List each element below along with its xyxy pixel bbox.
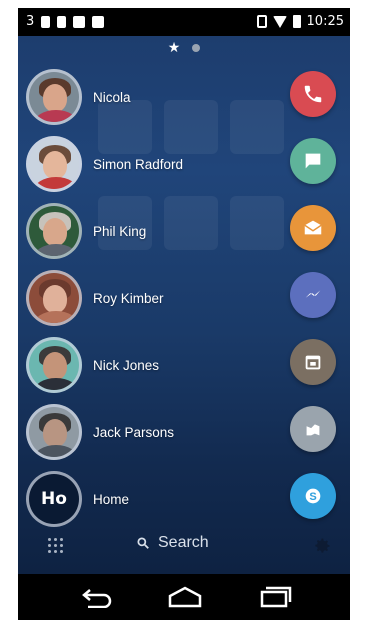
contact-item[interactable]: Nick Jones: [26, 334, 159, 396]
phone-screen: 3 10:25 ★ Nicola Simon Radford Phil King…: [18, 8, 350, 620]
contact-item[interactable]: Nicola: [26, 66, 131, 128]
contact-name: Nick Jones: [93, 357, 160, 373]
message-icon: [305, 153, 321, 169]
contact-name: Roy Kimber: [93, 290, 164, 306]
messenger-icon: [305, 290, 321, 298]
contact-item[interactable]: Simon Radford: [26, 133, 183, 195]
settings-icon[interactable]: [312, 536, 332, 556]
flipboard-icon: [73, 15, 86, 28]
phone-icon: [304, 85, 322, 103]
bottom-bar: Search: [18, 520, 350, 574]
calendar-icon: [305, 355, 321, 370]
avatar: [26, 404, 82, 460]
signal-icon: [41, 15, 51, 28]
background-app-icon: [164, 196, 218, 250]
contact-name: Simon Radford: [93, 156, 184, 172]
contact-item[interactable]: Phil King: [26, 200, 146, 262]
avatar: [26, 270, 82, 326]
status-time: 10:25: [306, 14, 344, 29]
home-screen: ★ Nicola Simon Radford Phil King Roy Kim…: [18, 36, 350, 574]
page-dot-icon[interactable]: [192, 44, 201, 52]
keypad-icon[interactable]: [48, 538, 64, 554]
map-icon: [306, 424, 320, 436]
contact-item[interactable]: Jack Parsons: [26, 401, 174, 463]
calendar-button[interactable]: [290, 339, 336, 385]
recents-icon[interactable]: [258, 586, 292, 608]
skype-button[interactable]: S: [290, 473, 336, 519]
contact-name: Jack Parsons: [93, 424, 175, 440]
contact-name: Phil King: [93, 223, 147, 239]
sim-icon: [57, 15, 67, 28]
battery-icon: [292, 15, 301, 28]
background-app-icon: [230, 100, 284, 154]
message-button[interactable]: [290, 138, 336, 184]
avatar-initials: Ho: [41, 489, 67, 509]
avatar: Ho: [26, 471, 82, 527]
contact-item[interactable]: Roy Kimber: [26, 267, 164, 329]
messenger-button[interactable]: [290, 272, 336, 318]
home-icon[interactable]: [167, 586, 203, 608]
avatar: [26, 136, 82, 192]
avatar: [26, 337, 82, 393]
avatar: [26, 203, 82, 259]
page-indicator: ★: [18, 40, 350, 56]
email-icon: [304, 220, 322, 235]
svg-text:S: S: [309, 491, 316, 503]
search-field[interactable]: Search: [136, 534, 209, 552]
search-icon: [137, 537, 149, 549]
wifi-icon: [272, 15, 287, 28]
star-icon[interactable]: ★: [168, 40, 181, 56]
background-app-icon: [230, 196, 284, 250]
contact-name: Home: [93, 491, 130, 507]
vibrate-icon: [256, 15, 267, 28]
maps-button[interactable]: [290, 406, 336, 452]
contact-name: Nicola: [93, 89, 131, 105]
carrier-label: 3: [26, 14, 35, 29]
avatar: [26, 69, 82, 125]
navigation-bar: [18, 574, 350, 620]
email-button[interactable]: [290, 205, 336, 251]
back-icon[interactable]: [80, 586, 114, 608]
phone-button[interactable]: [290, 71, 336, 117]
skype-icon: S: [305, 488, 321, 504]
status-bar: 3 10:25: [18, 8, 350, 36]
briefcase-icon: [92, 15, 105, 28]
search-label: Search: [158, 534, 209, 551]
